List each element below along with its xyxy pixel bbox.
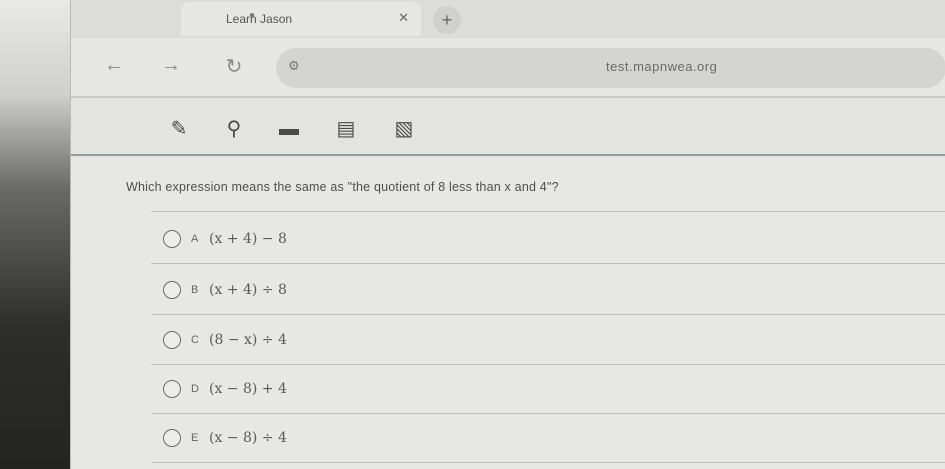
radio-button[interactable] bbox=[163, 428, 181, 447]
tab-title: Learn Jason bbox=[226, 12, 293, 26]
magnifier-icon[interactable]: ⚲ bbox=[221, 116, 247, 142]
address-bar[interactable]: ⚙ test.mapnwea.org bbox=[276, 48, 945, 88]
choice-expression: (x − 8) + 4 bbox=[209, 380, 287, 397]
answer-choice-c[interactable]: C (8 − x) ÷ 4 bbox=[151, 315, 945, 365]
browser-window: ● Learn Jason ✕ + ← → ↻ ⚙ test.mapnwea.o… bbox=[70, 0, 945, 469]
choice-expression: (x + 4) − 8 bbox=[209, 230, 287, 247]
radio-button[interactable] bbox=[163, 330, 181, 349]
test-toolbar: ✎ ⚲ ▬ ▤ ▧ bbox=[71, 100, 945, 156]
url-text: test.mapnwea.org bbox=[606, 59, 718, 74]
tab-strip: ● Learn Jason ✕ + bbox=[71, 0, 945, 38]
notepad-icon[interactable]: ▤ bbox=[333, 116, 359, 142]
browser-tab[interactable]: ● Learn Jason ✕ bbox=[181, 2, 421, 36]
divider bbox=[151, 211, 945, 212]
site-info-icon[interactable]: ⚙ bbox=[288, 58, 300, 74]
pencil-icon[interactable]: ✎ bbox=[166, 116, 192, 142]
tab-close-icon[interactable]: ✕ bbox=[398, 10, 409, 26]
answer-choice-b[interactable]: B (x + 4) ÷ 8 bbox=[151, 265, 945, 315]
forward-arrow-icon[interactable]: → bbox=[156, 54, 186, 84]
choice-expression: (x + 4) ÷ 8 bbox=[209, 281, 287, 298]
answer-choice-d[interactable]: D (x − 8) + 4 bbox=[151, 364, 945, 414]
choice-letter: B bbox=[191, 283, 199, 296]
question-panel: Which expression means the same as "the … bbox=[71, 158, 945, 469]
choice-expression: (8 − x) ÷ 4 bbox=[209, 331, 287, 348]
choice-expression: (x − 8) ÷ 4 bbox=[209, 429, 287, 446]
choice-letter: C bbox=[191, 333, 199, 346]
choice-letter: A bbox=[191, 232, 199, 245]
back-arrow-icon[interactable]: ← bbox=[99, 54, 129, 84]
radio-button[interactable] bbox=[163, 229, 181, 248]
choice-letter: E bbox=[191, 431, 199, 444]
line-reader-icon[interactable]: ▬ bbox=[276, 116, 302, 142]
calculator-icon[interactable]: ▧ bbox=[391, 116, 417, 142]
radio-button[interactable] bbox=[163, 280, 181, 299]
answer-choice-a[interactable]: A (x + 4) − 8 bbox=[151, 214, 945, 264]
radio-button[interactable] bbox=[163, 379, 181, 398]
favicon-icon: ● bbox=[249, 10, 256, 21]
answer-choice-e[interactable]: E (x − 8) ÷ 4 bbox=[151, 413, 945, 463]
reload-icon[interactable]: ↻ bbox=[219, 54, 249, 84]
navigation-bar: ← → ↻ ⚙ test.mapnwea.org bbox=[71, 38, 945, 98]
question-text: Which expression means the same as "the … bbox=[126, 180, 559, 194]
choice-letter: D bbox=[191, 382, 199, 395]
new-tab-button[interactable]: + bbox=[433, 6, 461, 34]
